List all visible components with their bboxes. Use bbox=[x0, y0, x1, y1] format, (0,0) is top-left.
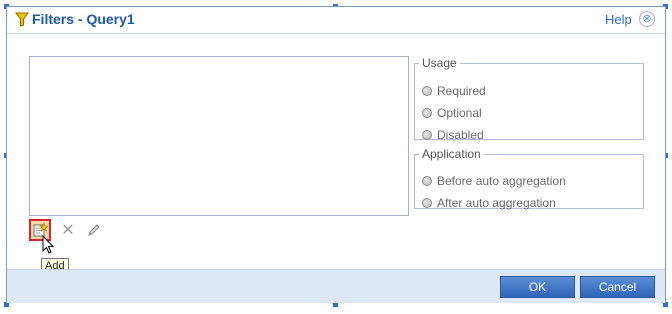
pencil-icon bbox=[88, 224, 100, 236]
radio-button[interactable] bbox=[422, 108, 432, 118]
dialog-titlebar: Filters - Query1 Help ⊗ bbox=[7, 7, 665, 34]
radio-label: Required bbox=[437, 84, 486, 98]
radio-label: After auto aggregation bbox=[437, 196, 556, 210]
usage-legend: Usage bbox=[422, 56, 457, 70]
radio-button[interactable] bbox=[422, 86, 432, 96]
delete-filter-button[interactable]: ✕ bbox=[57, 219, 79, 241]
edit-filter-button[interactable] bbox=[83, 219, 105, 241]
radio-before-auto-aggregation[interactable]: Before auto aggregation bbox=[422, 173, 566, 189]
filter-icon bbox=[15, 12, 29, 27]
radio-label: Optional bbox=[437, 106, 482, 120]
radio-button[interactable] bbox=[422, 176, 432, 186]
cancel-button[interactable]: Cancel bbox=[580, 276, 655, 298]
radio-button[interactable] bbox=[422, 130, 432, 140]
help-link[interactable]: Help bbox=[605, 12, 632, 27]
filter-list[interactable] bbox=[29, 56, 409, 216]
radio-label: Disabled bbox=[437, 128, 484, 142]
dialog-title: Filters - Query1 bbox=[32, 11, 135, 27]
mouse-pointer-icon bbox=[42, 235, 55, 254]
usage-group: Usage Required Optional Disabled bbox=[414, 56, 644, 143]
delete-icon: ✕ bbox=[61, 222, 75, 239]
filters-dialog: Filters - Query1 Help ⊗ Usage Required O… bbox=[6, 6, 666, 303]
application-group: Application Before auto aggregation Afte… bbox=[414, 147, 644, 211]
ok-button[interactable]: OK bbox=[500, 276, 575, 298]
radio-optional[interactable]: Optional bbox=[422, 105, 482, 121]
application-legend: Application bbox=[422, 147, 481, 161]
radio-required[interactable]: Required bbox=[422, 83, 486, 99]
radio-label: Before auto aggregation bbox=[437, 174, 566, 188]
close-icon[interactable]: ⊗ bbox=[639, 11, 655, 27]
dialog-footer: OK Cancel bbox=[7, 269, 665, 303]
radio-button[interactable] bbox=[422, 198, 432, 208]
radio-after-auto-aggregation[interactable]: After auto aggregation bbox=[422, 195, 556, 211]
radio-disabled[interactable]: Disabled bbox=[422, 127, 484, 143]
